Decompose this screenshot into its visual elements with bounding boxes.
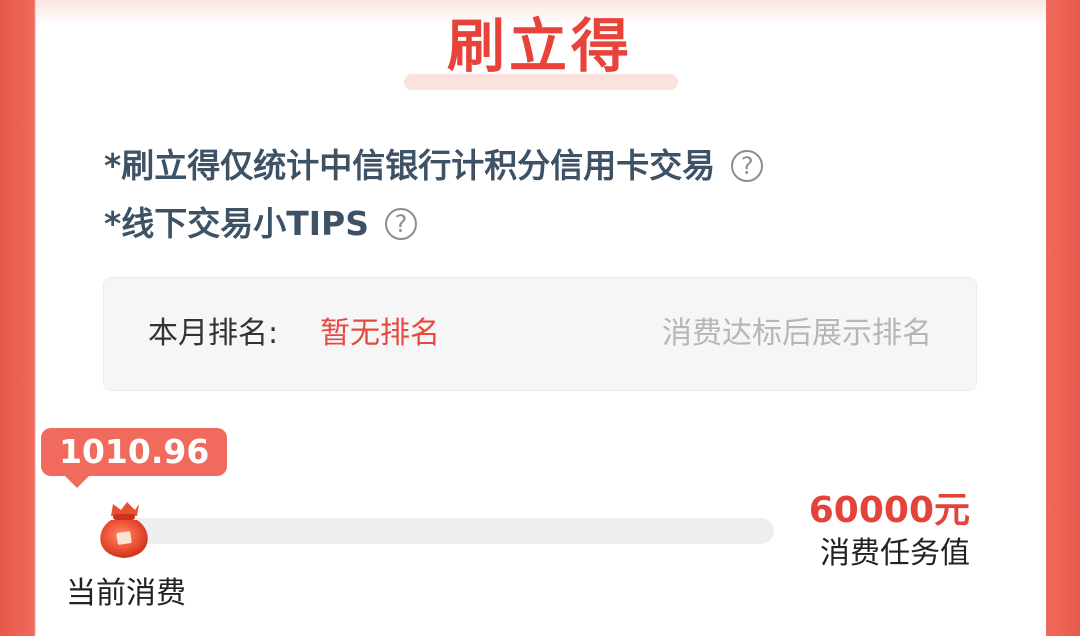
current-amount-badge: 1010.96 — [41, 428, 228, 488]
page-title: 刷立得 — [446, 12, 633, 80]
target-amount: 60000元 — [808, 490, 970, 531]
target-amount-label: 消费任务值 — [820, 536, 970, 571]
tip-offline-transaction: *线下交易小TIPS ? — [104, 204, 417, 244]
question-circle-icon[interactable]: ? — [385, 208, 417, 240]
ranking-hint: 消费达标后展示排名 — [662, 316, 932, 351]
ranking-value: 暂无排名 — [320, 316, 440, 351]
title-underline — [404, 74, 678, 90]
monthly-ranking-box: 本月排名: 暂无排名 消费达标后展示排名 — [103, 277, 977, 391]
current-spending-label: 当前消费 — [66, 576, 186, 611]
question-circle-icon[interactable]: ? — [731, 150, 764, 182]
tip-credit-card-rule: *刷立得仅统计中信银行计积分信用卡交易 ? — [104, 146, 764, 186]
ranking-label: 本月排名: — [148, 316, 279, 351]
progress-track — [120, 518, 774, 544]
tip-text: *线下交易小TIPS — [104, 204, 369, 243]
tip-text: *刷立得仅统计中信银行计积分信用卡交易 — [104, 146, 716, 185]
money-bag-icon — [100, 502, 148, 558]
